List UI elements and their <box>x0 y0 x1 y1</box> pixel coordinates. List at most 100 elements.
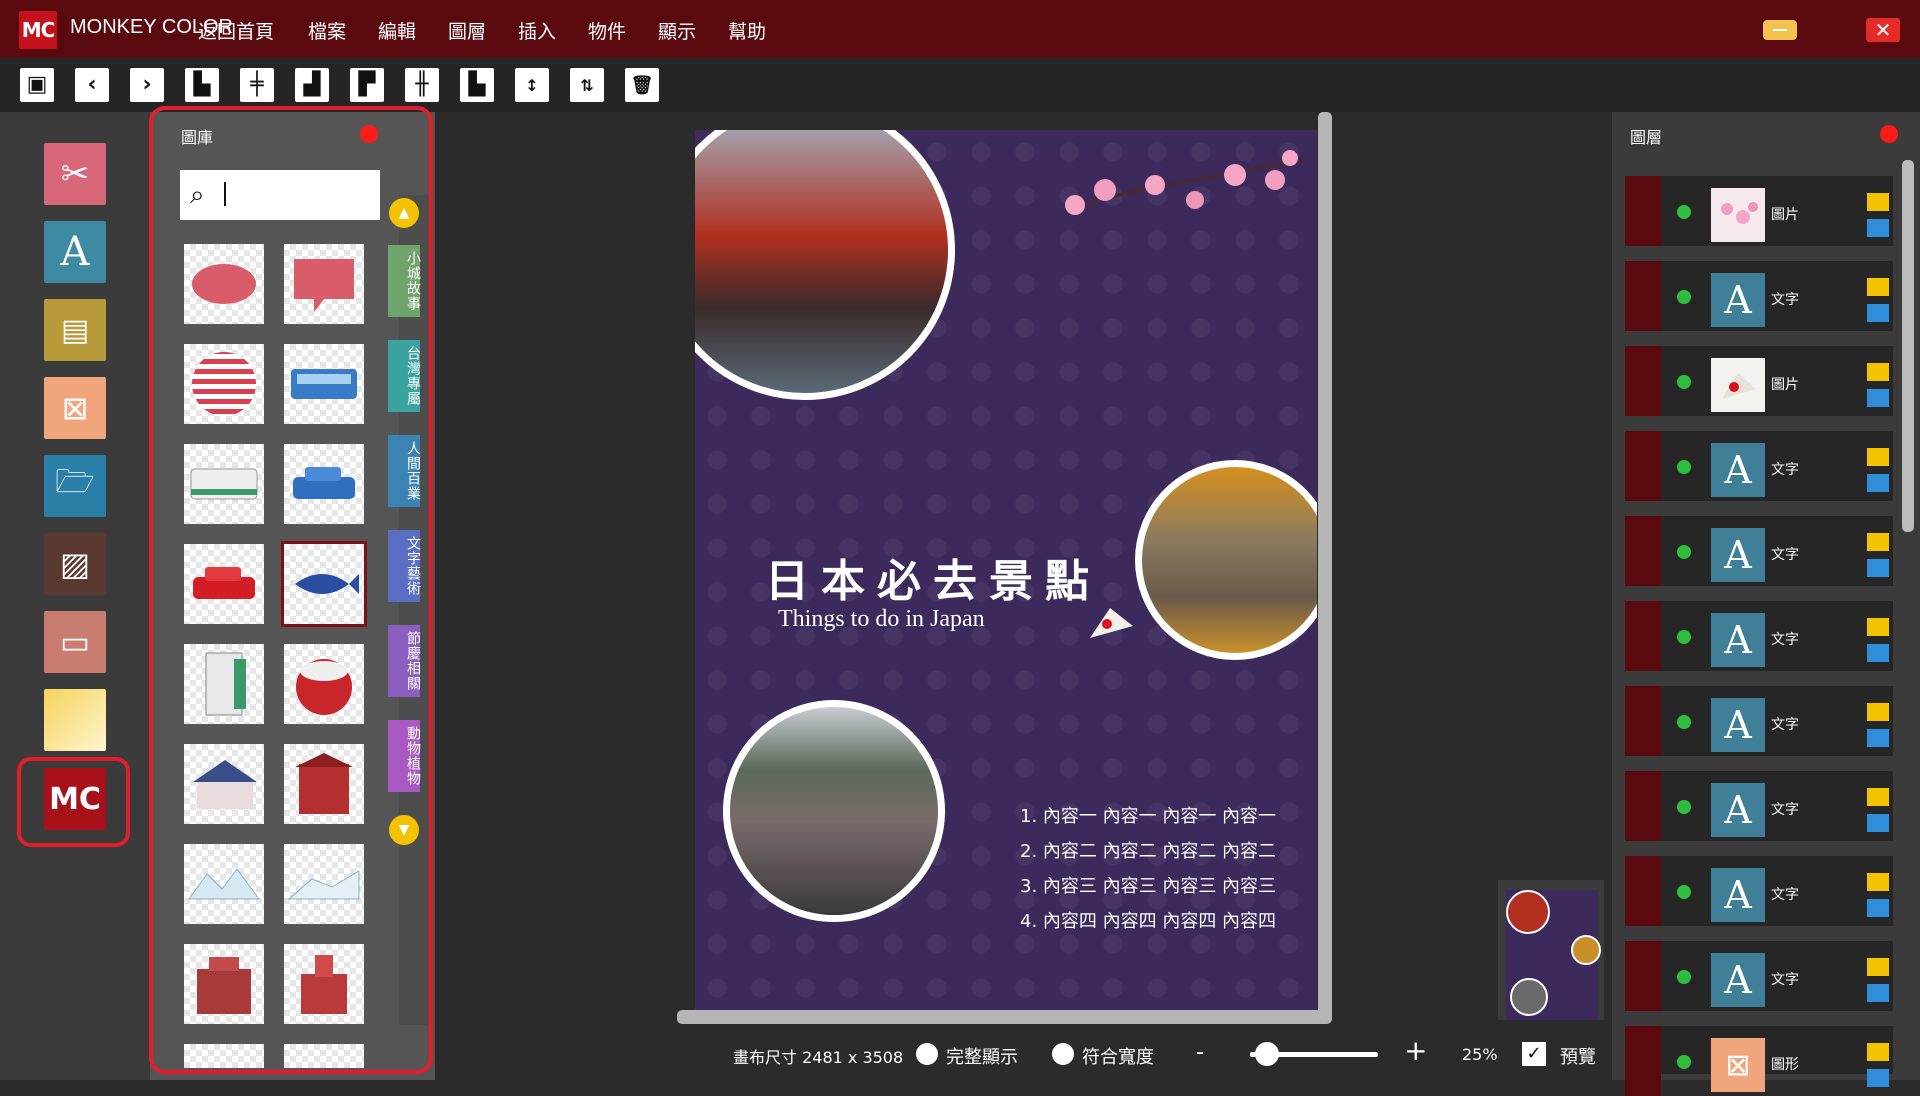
layer-opacity-icon[interactable] <box>1867 1069 1889 1087</box>
layer-resize-icon[interactable] <box>1867 788 1889 806</box>
canvas-horizontal-scrollbar[interactable] <box>677 1010 1331 1024</box>
menu-view[interactable]: 顯示 <box>658 17 696 44</box>
align-bottom-button[interactable]: ▙ <box>460 68 494 102</box>
menu-layer[interactable]: 圖層 <box>448 17 486 44</box>
page-preview-thumbnail[interactable] <box>1506 890 1601 1020</box>
save-button[interactable]: ▣ <box>20 68 54 102</box>
visibility-icon[interactable] <box>1677 800 1691 814</box>
poster-title[interactable]: 日本必去景點 <box>765 545 1101 609</box>
layer-row[interactable]: A 文字 <box>1625 686 1893 756</box>
layer-row[interactable]: A 文字 <box>1625 856 1893 926</box>
layer-opacity-icon[interactable] <box>1867 474 1889 492</box>
zoom-in-button[interactable]: + <box>1404 1034 1427 1067</box>
layer-row[interactable]: A 文字 <box>1625 941 1893 1011</box>
layer-resize-icon[interactable] <box>1867 193 1889 211</box>
template-button[interactable]: ▭ <box>44 611 106 673</box>
flip-button[interactable]: ⇅ <box>570 68 604 102</box>
minimize-button[interactable] <box>1763 20 1797 40</box>
poster-list-item[interactable]: 2. 內容二 內容二 內容二 內容二 <box>1020 837 1276 863</box>
open-folder-button[interactable]: 🗁 <box>44 455 106 517</box>
fit-width-radio[interactable] <box>1052 1043 1074 1065</box>
menu-object[interactable]: 物件 <box>588 17 626 44</box>
layer-opacity-icon[interactable] <box>1867 814 1889 832</box>
visibility-icon[interactable] <box>1677 545 1691 559</box>
visibility-icon[interactable] <box>1677 290 1691 304</box>
visibility-icon[interactable] <box>1677 205 1691 219</box>
layer-resize-icon[interactable] <box>1867 618 1889 636</box>
crop-image-button[interactable]: ✂ <box>44 143 106 205</box>
layer-resize-icon[interactable] <box>1867 703 1889 721</box>
layer-strip <box>1625 516 1661 586</box>
layer-opacity-icon[interactable] <box>1867 559 1889 577</box>
cherry-blossom-branch[interactable] <box>1045 150 1306 230</box>
image-button[interactable]: ▨ <box>44 533 106 595</box>
fan-icon <box>1711 358 1765 412</box>
layer-opacity-icon[interactable] <box>1867 729 1889 747</box>
menu-home[interactable]: 返回首頁 <box>198 17 274 44</box>
layer-resize-icon[interactable] <box>1867 533 1889 551</box>
layer-row[interactable]: A 文字 <box>1625 261 1893 331</box>
layer-opacity-icon[interactable] <box>1867 219 1889 237</box>
temple-photo[interactable] <box>695 130 955 400</box>
layer-row[interactable]: 圖片 <box>1625 346 1893 416</box>
layer-row[interactable]: A 文字 <box>1625 771 1893 841</box>
visibility-icon[interactable] <box>1677 970 1691 984</box>
layer-resize-icon[interactable] <box>1867 448 1889 466</box>
layer-row[interactable]: 圖片 <box>1625 176 1893 246</box>
gate-photo[interactable] <box>1135 460 1317 660</box>
delete-button[interactable]: 🗑 <box>625 68 659 102</box>
visibility-icon[interactable] <box>1677 460 1691 474</box>
mc-gallery-button[interactable]: MC <box>44 768 106 830</box>
shapes-button[interactable]: ⊠ <box>44 377 106 439</box>
gradient-button[interactable] <box>44 689 106 751</box>
street-photo[interactable] <box>723 700 945 922</box>
visibility-icon[interactable] <box>1677 885 1691 899</box>
menu-file[interactable]: 檔案 <box>308 17 346 44</box>
menu-help[interactable]: 幫助 <box>728 17 766 44</box>
align-top-icon: ▛ <box>358 72 376 97</box>
visibility-icon[interactable] <box>1677 715 1691 729</box>
align-right-button[interactable]: ▟ <box>295 68 329 102</box>
layers-scrollbar[interactable] <box>1902 160 1914 532</box>
canvas-vertical-scrollbar[interactable] <box>1318 112 1332 1024</box>
text-tool-button[interactable]: A <box>44 221 106 283</box>
align-center-button[interactable]: ╪ <box>240 68 274 102</box>
layer-resize-icon[interactable] <box>1867 363 1889 381</box>
layer-row[interactable]: A 文字 <box>1625 601 1893 671</box>
close-button[interactable]: ✕ <box>1866 18 1900 42</box>
zoom-out-button[interactable]: - <box>1196 1040 1204 1065</box>
layer-row[interactable]: A 文字 <box>1625 516 1893 586</box>
document-button[interactable]: ▤ <box>44 299 106 361</box>
visibility-icon[interactable] <box>1677 630 1691 644</box>
layer-opacity-icon[interactable] <box>1867 304 1889 322</box>
poster-list-item[interactable]: 1. 內容一 內容一 內容一 內容一 <box>1020 802 1276 828</box>
fit-all-radio[interactable] <box>916 1043 938 1065</box>
menu-edit[interactable]: 編輯 <box>378 17 416 44</box>
menu-insert[interactable]: 插入 <box>518 17 556 44</box>
visibility-icon[interactable] <box>1677 1055 1691 1069</box>
visibility-icon[interactable] <box>1677 375 1691 389</box>
layer-resize-icon[interactable] <box>1867 278 1889 296</box>
undo-button[interactable]: ‹ <box>75 68 109 102</box>
preview-checkbox[interactable]: ✓ <box>1522 1042 1546 1066</box>
distribute-button[interactable]: ↕ <box>515 68 549 102</box>
layer-opacity-icon[interactable] <box>1867 899 1889 917</box>
layer-row[interactable]: A 文字 <box>1625 431 1893 501</box>
layer-resize-icon[interactable] <box>1867 873 1889 891</box>
poster-subtitle[interactable]: Things to do in Japan <box>778 606 985 633</box>
layer-resize-icon[interactable] <box>1867 1043 1889 1061</box>
redo-button[interactable]: › <box>130 68 164 102</box>
layer-resize-icon[interactable] <box>1867 958 1889 976</box>
align-left-button[interactable]: ▙ <box>185 68 219 102</box>
align-middle-button[interactable]: ╫ <box>405 68 439 102</box>
layer-opacity-icon[interactable] <box>1867 984 1889 1002</box>
zoom-slider-handle[interactable] <box>1255 1042 1280 1066</box>
layer-opacity-icon[interactable] <box>1867 389 1889 407</box>
poster-list-item[interactable]: 3. 內容三 內容三 內容三 內容三 <box>1020 872 1276 898</box>
layer-opacity-icon[interactable] <box>1867 644 1889 662</box>
distribute-icon: ↕ <box>525 76 539 95</box>
align-top-button[interactable]: ▛ <box>350 68 384 102</box>
poster-list-item[interactable]: 4. 內容四 內容四 內容四 內容四 <box>1020 907 1276 933</box>
layers-close-dot[interactable] <box>1880 125 1898 143</box>
layer-row[interactable]: ⊠ 圖形 <box>1625 1026 1893 1096</box>
